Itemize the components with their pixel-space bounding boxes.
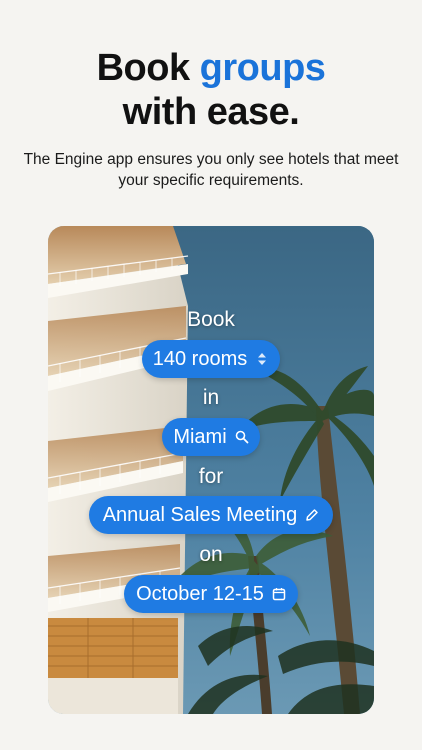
stepper-arrows-icon [255, 352, 269, 366]
dates-value: October 12-15 [136, 583, 264, 605]
calendar-icon [272, 587, 286, 601]
headline-ease: with ease. [122, 91, 300, 133]
word-for: for [198, 465, 224, 488]
word-on: on [199, 543, 223, 566]
location-value: Miami [173, 426, 227, 448]
dates-selector[interactable]: October 12-15 [124, 575, 298, 613]
search-icon [235, 430, 249, 444]
subtitle: The Engine app ensures you only see hote… [23, 151, 399, 189]
word-book: Book [187, 308, 235, 331]
rooms-value: 140 rooms [152, 348, 248, 370]
word-in: in [202, 386, 220, 409]
booking-sentence: Book 140 rooms in Miami for Annual Sales… [48, 226, 374, 714]
pencil-icon [305, 508, 319, 522]
booking-card: Book 140 rooms in Miami for Annual Sales… [48, 226, 374, 714]
event-value: Annual Sales Meeting [102, 504, 298, 526]
event-name-field[interactable]: Annual Sales Meeting [89, 496, 333, 534]
headline: Book groups with ease. [0, 46, 422, 134]
location-selector[interactable]: Miami [162, 418, 260, 456]
headline-book: Book [96, 47, 191, 89]
headline-accent: groups [199, 47, 326, 89]
rooms-selector[interactable]: 140 rooms [142, 340, 280, 378]
